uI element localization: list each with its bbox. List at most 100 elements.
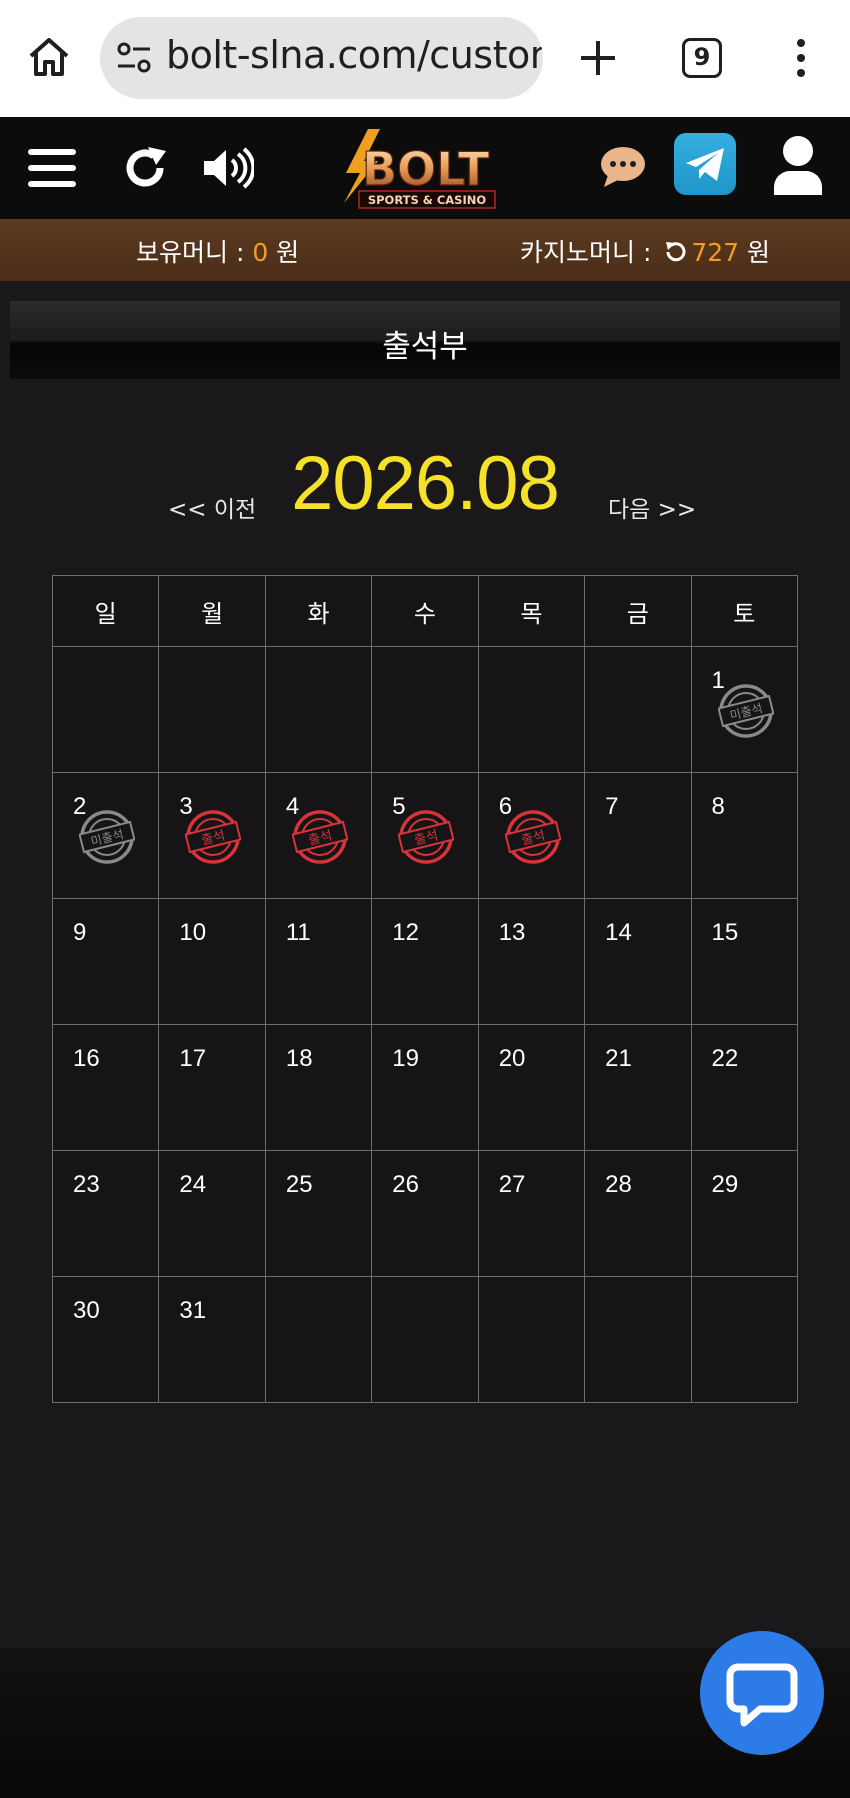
user-icon[interactable] (772, 135, 824, 195)
day-number: 29 (711, 1171, 739, 1198)
calendar-day-cell[interactable]: 1 미출석 (690, 646, 799, 773)
calendar-day-cell[interactable]: 22 (690, 1024, 799, 1151)
day-number: 12 (392, 919, 419, 946)
logo-text: BOLT (362, 142, 490, 196)
calendar-week-row: 2 미출석 3 출석 4 출석 5 출석 6 출석 7 8 (51, 772, 799, 899)
next-month-link[interactable]: 다음 >> (608, 490, 696, 524)
absent-stamp-icon: 미출석 (717, 684, 774, 738)
casino-money: 카지노머니 : 727 원 (520, 233, 770, 269)
day-number: 28 (605, 1171, 632, 1198)
calendar-day-cell[interactable]: 25 (264, 1150, 373, 1277)
chat-bubble-icon[interactable] (600, 145, 646, 189)
logo-subtext: SPORTS & CASINO (368, 193, 487, 207)
hamburger-menu-icon[interactable] (28, 147, 76, 189)
day-number: 14 (605, 919, 632, 946)
calendar-week-row: 16 17 18 19 20 21 22 (51, 1024, 799, 1151)
day-number: 11 (285, 919, 311, 946)
holding-money-label: 보유머니 : (136, 238, 253, 267)
weekday-header: 금 (584, 575, 692, 647)
calendar-day-cell[interactable]: 13 (477, 898, 586, 1025)
calendar-day-cell[interactable]: 6 출석 (477, 772, 586, 899)
calendar-day-cell[interactable]: 28 (584, 1150, 692, 1277)
attended-stamp-icon: 출석 (185, 810, 242, 864)
calendar-day-cell (371, 1276, 479, 1403)
calendar-day-cell[interactable]: 31 (158, 1276, 266, 1403)
calendar-week-row: 23 24 25 26 27 28 29 (51, 1150, 799, 1277)
calendar-day-cell[interactable]: 11 (264, 898, 373, 1025)
weekday-header-row: 일 월 화 수 목 금 토 (51, 575, 799, 647)
calendar-day-cell[interactable]: 2 미출석 (51, 772, 160, 899)
calendar-day-cell[interactable]: 4 출석 (264, 772, 373, 899)
more-menu-icon[interactable] (786, 38, 816, 78)
calendar-day-cell[interactable]: 26 (371, 1150, 479, 1277)
calendar-day-cell[interactable]: 24 (158, 1150, 266, 1277)
calendar-day-cell[interactable]: 21 (584, 1024, 692, 1151)
site-header: BOLT SPORTS & CASINO (0, 117, 850, 219)
calendar-day-cell[interactable]: 10 (158, 898, 266, 1025)
calendar-week-row: 9 10 11 12 13 14 15 (51, 898, 799, 1025)
calendar-day-cell[interactable]: 18 (264, 1024, 373, 1151)
calendar-day-cell[interactable]: 5 출석 (371, 772, 479, 899)
calendar-day-cell[interactable]: 3 출석 (158, 772, 266, 899)
calendar-day-cell (477, 1276, 586, 1403)
weekday-header: 화 (264, 575, 373, 647)
calendar-day-cell[interactable]: 16 (51, 1024, 160, 1151)
calendar-day-cell[interactable]: 15 (690, 898, 799, 1025)
calendar-day-cell[interactable]: 17 (158, 1024, 266, 1151)
calendar-day-cell[interactable]: 12 (371, 898, 479, 1025)
day-number: 30 (73, 1297, 100, 1324)
weekday-header: 수 (371, 575, 479, 647)
calendar-day-cell (51, 646, 160, 773)
day-number: 19 (392, 1045, 419, 1072)
calendar-day-cell[interactable]: 7 (584, 772, 692, 899)
calendar-day-cell (477, 646, 586, 773)
casino-money-amount: 727 (691, 238, 740, 267)
calendar-day-cell[interactable]: 8 (690, 772, 799, 899)
live-chat-button[interactable] (700, 1631, 824, 1755)
calendar-day-cell (158, 646, 266, 773)
day-number: 22 (711, 1045, 739, 1072)
day-number: 27 (498, 1171, 526, 1198)
browser-toolbar: bolt-slna.com/custom 9 (0, 0, 850, 117)
calendar-day-cell (371, 646, 479, 773)
site-settings-icon[interactable] (116, 41, 152, 75)
bolt-logo[interactable]: BOLT SPORTS & CASINO (326, 125, 526, 215)
address-bar[interactable]: bolt-slna.com/custom (100, 17, 543, 99)
tab-switcher-button[interactable]: 9 (682, 38, 722, 78)
url-text: bolt-slna.com/custom (166, 33, 543, 77)
telegram-button[interactable] (674, 133, 736, 195)
new-tab-icon[interactable] (578, 38, 618, 78)
day-number: 20 (498, 1045, 526, 1072)
calendar-day-cell (264, 646, 373, 773)
calendar-week-row: 1 미출석 (51, 646, 799, 773)
day-number: 15 (711, 919, 739, 946)
day-number: 10 (179, 919, 207, 946)
refresh-icon[interactable] (122, 145, 168, 191)
casino-money-label: 카지노머니 : (520, 238, 660, 267)
calendar-day-cell[interactable]: 29 (690, 1150, 799, 1277)
chat-icon (726, 1663, 798, 1727)
day-number: 24 (179, 1171, 207, 1198)
prev-month-link[interactable]: << 이전 (168, 490, 256, 524)
calendar-week-row: 30 31 (51, 1276, 799, 1403)
day-number: 25 (285, 1171, 313, 1198)
holding-money-amount: 0 (252, 238, 269, 267)
calendar-day-cell (264, 1276, 373, 1403)
calendar-day-cell[interactable]: 19 (371, 1024, 479, 1151)
calendar-day-cell[interactable]: 30 (51, 1276, 160, 1403)
calendar-day-cell[interactable]: 20 (477, 1024, 586, 1151)
calendar-day-cell (584, 1276, 692, 1403)
volume-icon[interactable] (202, 145, 254, 191)
day-number: 9 (73, 919, 87, 946)
calendar-day-cell[interactable]: 14 (584, 898, 692, 1025)
holding-money: 보유머니 : 0 원 (136, 233, 299, 269)
calendar-day-cell[interactable]: 27 (477, 1150, 586, 1277)
day-number: 13 (498, 919, 526, 946)
attended-stamp-icon: 출석 (398, 810, 455, 864)
calendar-day-cell[interactable]: 9 (51, 898, 160, 1025)
casino-refresh-icon[interactable] (663, 240, 687, 264)
calendar-day-cell (690, 1276, 799, 1403)
calendar-day-cell[interactable]: 23 (51, 1150, 160, 1277)
home-icon[interactable] (26, 34, 72, 80)
attendance-calendar: 일 월 화 수 목 금 토 1 미출석 2 미출석 3 출석 4 출석 5 출석 6 출석 7 8 9 10 1… (51, 575, 799, 1403)
